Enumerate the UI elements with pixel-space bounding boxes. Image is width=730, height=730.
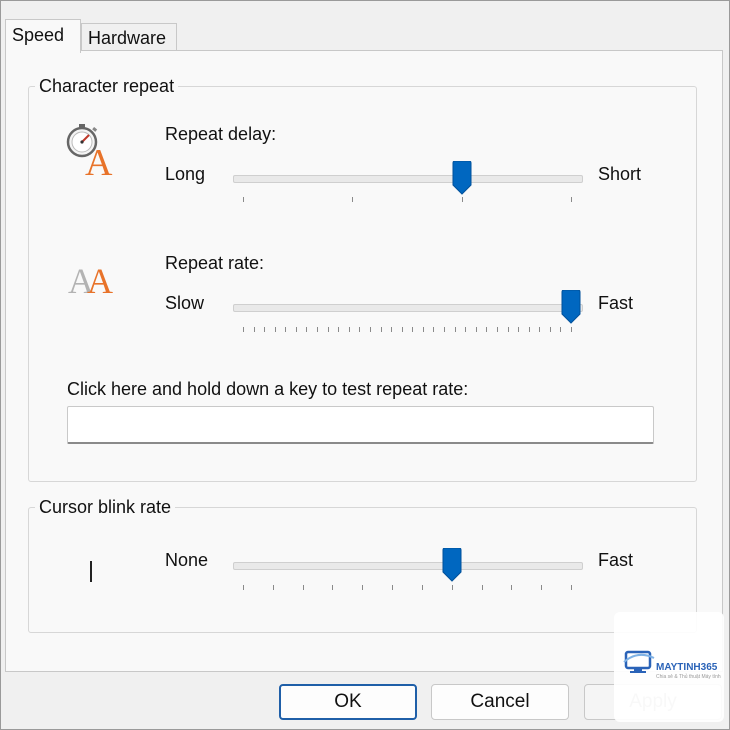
slider-tick [560,327,562,332]
text-cursor-icon [90,561,92,582]
slider-tick [306,327,308,332]
slider-tick [359,327,361,332]
slider-thumb[interactable] [561,290,581,324]
keyboard-properties-dialog: Speed Hardware Character repeat A Repeat… [0,0,730,730]
slider-tick [481,585,483,590]
slider-tick [253,327,255,332]
tab-hardware[interactable]: Hardware [81,23,177,51]
slider-tick [475,327,477,332]
slider-tick [571,327,572,332]
slider-tick [362,585,364,590]
slider-tick [422,327,424,332]
cursor-blink-legend: Cursor blink rate [35,494,176,520]
slider-tick [571,585,572,590]
slider-tick [511,585,513,590]
slider-tick [571,197,572,202]
slider-tick [496,327,498,332]
slider-tick [392,585,394,590]
slider-tick [338,327,340,332]
slider-thumb[interactable] [442,548,462,582]
slider-tick [243,327,244,332]
slider-tick [518,327,520,332]
repeat-delay-max-label: Short [598,164,642,184]
slider-ticks [233,585,581,593]
slider-tick [264,327,266,332]
slider-tick [461,197,463,202]
slider-tick [285,327,287,332]
repeat-rate-min-label: Slow [165,293,205,313]
slider-tick [274,327,276,332]
cursor-blink-min-label: None [165,550,209,570]
stopwatch-letter-a-icon: A [66,124,113,180]
cursor-blink-max-label: Fast [598,550,634,570]
slider-tick [302,585,304,590]
slider-tick [391,327,393,332]
repeat-rate-label: Repeat rate: [165,253,265,273]
slider-ticks [233,197,581,205]
slider-tick [549,327,551,332]
slider-tick [352,197,354,202]
test-repeat-rate-label: Click here and hold down a key to test r… [67,379,469,399]
slider-tick [433,327,435,332]
slider-tick [272,585,274,590]
svg-text:A: A [87,261,113,299]
slider-tick [401,327,403,332]
cursor-blink-group: Cursor blink rate None Fast [28,494,697,633]
speed-tab-panel: Character repeat A Repeat delay: Long Sh… [5,50,723,672]
slider-tick [528,327,530,332]
slider-tick [486,327,488,332]
slider-tick [327,327,329,332]
slider-tick [444,327,446,332]
character-repeat-group: Character repeat A Repeat delay: Long Sh… [28,73,697,482]
slider-tick [348,327,350,332]
slider-track[interactable] [233,304,583,312]
repeat-delay-min-label: Long [165,164,206,184]
slider-ticks [233,327,581,335]
slider-tick [243,197,244,202]
watermark-tagline: Chia sẻ & Thủ thuật Máy tính [656,674,721,680]
slider-track[interactable] [233,562,583,570]
slider-tick [421,585,423,590]
double-letter-a-icon: A A [68,261,113,299]
watermark: MAYTINH365 Chia sẻ & Thủ thuật Máy tính [614,612,724,722]
slider-tick [507,327,509,332]
slider-thumb[interactable] [452,161,472,195]
slider-tick [317,327,319,332]
slider-tick [332,585,334,590]
slider-tick [369,327,371,332]
ok-button[interactable]: OK [279,684,417,720]
slider-tick [412,327,414,332]
slider-tick [454,327,456,332]
cancel-button[interactable]: Cancel [431,684,569,720]
character-repeat-legend: Character repeat [35,73,179,99]
maytinh365-logo-icon [623,650,655,673]
test-repeat-rate-input[interactable] [67,406,654,444]
slider-tick [465,327,467,332]
tab-hardware-label: Hardware [88,28,167,48]
slider-tick [380,327,382,332]
svg-text:A: A [85,142,113,180]
tab-speed-label: Speed [12,25,65,45]
slider-tick [451,585,453,590]
slider-tick [243,585,244,590]
watermark-brand: MAYTINH365 [656,662,718,673]
repeat-rate-max-label: Fast [598,293,634,313]
slider-tick [539,327,541,332]
slider-tick [295,327,297,332]
slider-tick [541,585,543,590]
repeat-delay-label: Repeat delay: [165,124,277,144]
tab-speed[interactable]: Speed [5,19,81,53]
slider-track[interactable] [233,175,583,183]
